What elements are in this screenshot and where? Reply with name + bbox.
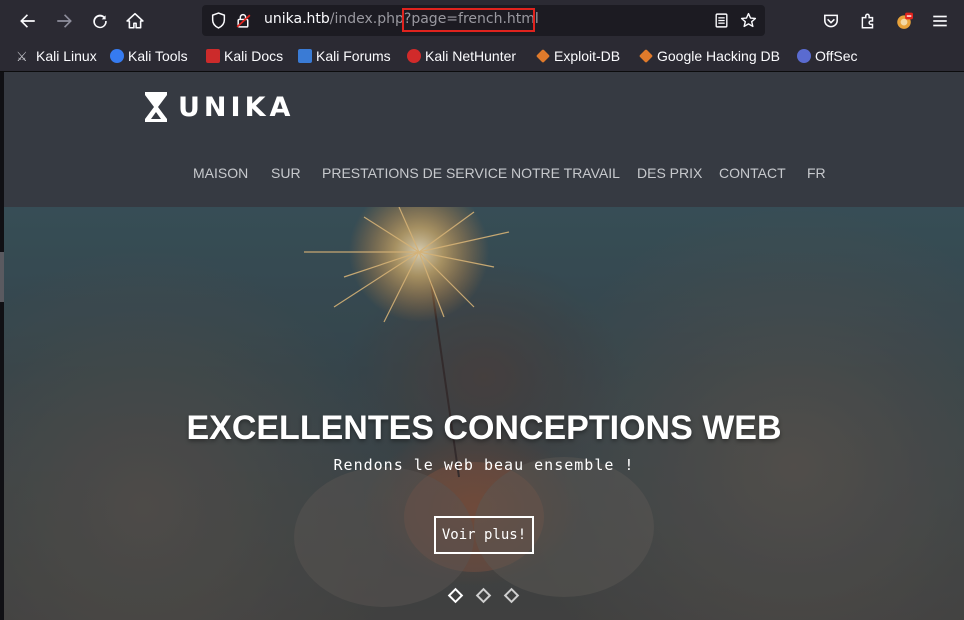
bookmarks-bar: ⚔ Kali Linux Kali Tools Kali Docs Kali Fo… xyxy=(0,41,964,72)
bookmark-kali-tools[interactable]: Kali Tools xyxy=(110,47,188,65)
url-query-highlight xyxy=(402,8,535,32)
bookmark-label: Exploit-DB xyxy=(554,48,621,64)
hero-slider: EXCELLENTES CONCEPTIONS WEB Rendons le w… xyxy=(4,207,964,620)
extensions-icon[interactable] xyxy=(855,8,881,34)
hero-title: EXCELLENTES CONCEPTIONS WEB xyxy=(186,409,782,447)
browser-toolbar: unika.htb/index.php?page=french.html xyxy=(0,0,964,41)
kali-tools-icon xyxy=(110,49,124,63)
pocket-icon[interactable] xyxy=(818,8,844,34)
web-page: UNIKA MAISON SUR PRESTATIONS DE SERVICE … xyxy=(4,72,964,620)
nav-contact[interactable]: CONTACT xyxy=(719,165,786,185)
hourglass-logo-icon xyxy=(145,92,167,122)
kali-docs-icon xyxy=(206,49,220,63)
bookmark-exploit-db[interactable]: Exploit-DB xyxy=(536,47,620,65)
bookmark-label: OffSec xyxy=(815,48,858,64)
bookmark-kali-docs[interactable]: Kali Docs xyxy=(206,47,283,65)
bookmark-kali-forums[interactable]: Kali Forums xyxy=(298,47,391,65)
bookmark-label: Kali Tools xyxy=(128,48,188,64)
exploit-db-icon xyxy=(536,49,550,63)
bookmark-google-hacking-db[interactable]: Google Hacking DB xyxy=(639,47,780,65)
nav-des-prix[interactable]: DES PRIX xyxy=(637,165,702,185)
bookmark-offsec[interactable]: OffSec xyxy=(797,47,858,65)
bookmark-label: Kali Forums xyxy=(316,48,391,64)
bookmark-label: Google Hacking DB xyxy=(657,48,780,64)
bookmark-label: Kali Linux xyxy=(36,48,97,64)
home-icon[interactable] xyxy=(122,8,148,34)
reader-icon[interactable] xyxy=(713,12,730,29)
bookmark-kali-linux[interactable]: ⚔ Kali Linux xyxy=(16,47,97,65)
kali-forums-icon xyxy=(298,49,312,63)
kali-nethunter-icon xyxy=(407,49,421,63)
profile-icon[interactable] xyxy=(891,8,917,34)
url-path: /index.php xyxy=(329,11,404,27)
menu-icon[interactable] xyxy=(927,8,953,34)
bookmark-label: Kali Docs xyxy=(224,48,284,64)
offsec-icon xyxy=(797,49,811,63)
url-host: unika.htb xyxy=(264,11,330,27)
forward-icon[interactable] xyxy=(51,8,77,34)
bookmark-kali-nethunter[interactable]: Kali NetHunter xyxy=(407,47,516,65)
logo-text: UNIKA xyxy=(178,91,295,123)
kali-dragon-icon: ⚔ xyxy=(16,49,28,64)
url-bar[interactable]: unika.htb/index.php?page=french.html xyxy=(202,5,765,36)
nav-prestations[interactable]: PRESTATIONS DE SERVICE xyxy=(322,165,507,185)
nav-language-fr[interactable]: FR xyxy=(807,165,826,185)
back-icon[interactable] xyxy=(15,8,41,34)
nav-maison[interactable]: MAISON xyxy=(193,165,248,185)
nav-sur[interactable]: SUR xyxy=(271,165,301,185)
hero-subtitle: Rendons le web beau ensemble ! xyxy=(333,456,635,474)
star-icon[interactable] xyxy=(740,12,757,29)
bookmark-label: Kali NetHunter xyxy=(425,48,517,64)
site-header: UNIKA MAISON SUR PRESTATIONS DE SERVICE … xyxy=(4,72,964,207)
nav-notre-travail[interactable]: NOTRE TRAVAIL xyxy=(511,165,620,185)
reload-icon[interactable] xyxy=(87,8,113,34)
site-logo[interactable]: UNIKA xyxy=(144,91,294,123)
lock-icon[interactable] xyxy=(235,12,252,29)
shield-icon[interactable] xyxy=(210,12,227,29)
see-more-button[interactable]: Voir plus! xyxy=(434,516,534,554)
ghdb-icon xyxy=(639,49,653,63)
